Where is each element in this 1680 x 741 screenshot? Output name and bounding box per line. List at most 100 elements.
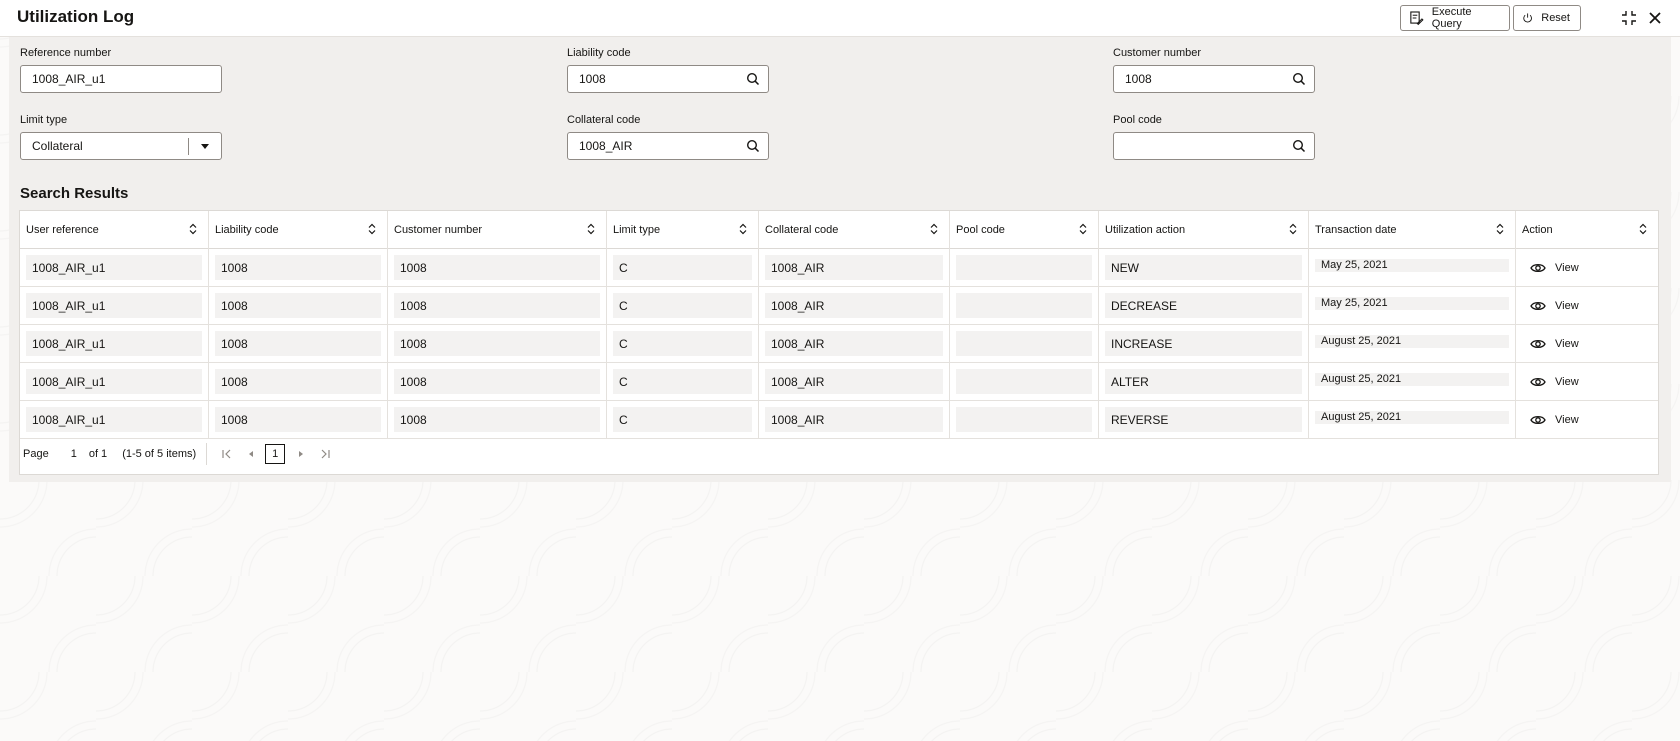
limit-type-label: Limit type (20, 114, 68, 126)
table-row[interactable]: 1008_AIR_u1 1008 1008 C 1008_AIR INCREAS… (20, 325, 1658, 363)
column-header-user-reference[interactable]: User reference (20, 211, 209, 249)
liability-code-cell: 1008 (215, 369, 381, 394)
column-label: Transaction date (1315, 224, 1397, 236)
eye-icon (1530, 263, 1546, 272)
transaction-date-cell: August 25, 2021 (1315, 373, 1509, 386)
select-divider (188, 138, 189, 155)
customer-number-cell: 1008 (394, 255, 600, 280)
pool-code-cell (956, 255, 1092, 280)
transaction-date-cell: August 25, 2021 (1315, 335, 1509, 348)
sort-icon[interactable] (188, 223, 198, 235)
column-label: Utilization action (1105, 224, 1186, 236)
limit-type-cell: C (613, 293, 752, 318)
collapse-icon[interactable] (1619, 8, 1639, 28)
pager-divider (206, 443, 208, 465)
column-header-customer-number[interactable]: Customer number (388, 211, 607, 249)
column-header-limit-type[interactable]: Limit type (607, 211, 759, 249)
previous-page-icon[interactable] (241, 444, 261, 464)
sort-icon[interactable] (1638, 223, 1648, 235)
table-row[interactable]: 1008_AIR_u1 1008 1008 C 1008_AIR DECREAS… (20, 287, 1658, 325)
view-link[interactable]: View (1522, 293, 1652, 318)
table-row[interactable]: 1008_AIR_u1 1008 1008 C 1008_AIR REVERSE… (20, 401, 1658, 439)
next-page-icon[interactable] (291, 444, 311, 464)
liability-code-field[interactable]: 1008 (567, 65, 769, 93)
reset-button[interactable]: Reset (1513, 5, 1581, 31)
sort-icon[interactable] (1288, 223, 1298, 235)
chevron-down-icon[interactable] (201, 144, 209, 149)
page-title: Utilization Log (17, 7, 135, 26)
search-icon[interactable] (746, 72, 760, 86)
column-header-liability-code[interactable]: Liability code (209, 211, 388, 249)
reference-number-field[interactable]: 1008_AIR_u1 (20, 65, 222, 93)
column-header-collateral-code[interactable]: Collateral code (759, 211, 950, 249)
search-icon[interactable] (746, 139, 760, 153)
column-label: Action (1522, 224, 1553, 236)
first-page-icon[interactable] (217, 444, 237, 464)
view-label: View (1555, 413, 1579, 426)
reset-label: Reset (1541, 12, 1570, 24)
column-header-transaction-date[interactable]: Transaction date (1309, 211, 1516, 249)
sort-icon[interactable] (367, 223, 377, 235)
table-row[interactable]: 1008_AIR_u1 1008 1008 C 1008_AIR NEW May… (20, 249, 1658, 287)
close-icon[interactable] (1645, 8, 1665, 28)
sort-icon[interactable] (1078, 223, 1088, 235)
collateral-code-label: Collateral code (567, 114, 641, 126)
search-icon[interactable] (1292, 72, 1306, 86)
utilization-action-cell: DECREASE (1105, 293, 1302, 318)
sort-icon[interactable] (1495, 223, 1505, 235)
utilization-action-cell: INCREASE (1105, 331, 1302, 356)
reset-icon (1523, 13, 1532, 23)
sort-icon[interactable] (586, 223, 596, 235)
user-reference-cell: 1008_AIR_u1 (26, 331, 202, 356)
last-page-icon[interactable] (315, 444, 335, 464)
limit-type-value: Collateral (32, 139, 83, 153)
collateral-code-cell: 1008_AIR (765, 255, 943, 280)
column-label: Collateral code (765, 224, 839, 236)
collateral-code-value: 1008_AIR (579, 139, 633, 153)
column-label: User reference (26, 224, 99, 236)
execute-query-icon (1410, 11, 1424, 26)
customer-number-field[interactable]: 1008 (1113, 65, 1315, 93)
sort-icon[interactable] (738, 223, 748, 235)
execute-query-button[interactable]: Execute Query (1400, 5, 1510, 31)
liability-code-cell: 1008 (215, 255, 381, 280)
pool-code-cell (956, 293, 1092, 318)
reference-number-value: 1008_AIR_u1 (32, 72, 106, 86)
limit-type-cell: C (613, 255, 752, 280)
utilization-action-cell: NEW (1105, 255, 1302, 280)
column-header-pool-code[interactable]: Pool code (950, 211, 1099, 249)
sort-icon[interactable] (929, 223, 939, 235)
limit-type-select[interactable]: Collateral (20, 132, 222, 160)
query-panel: Reference number 1008_AIR_u1 Liability c… (9, 37, 1671, 482)
pool-code-cell (956, 331, 1092, 356)
search-results-title: Search Results (20, 185, 129, 202)
collateral-code-cell: 1008_AIR (765, 369, 943, 394)
liability-code-label: Liability code (567, 47, 631, 59)
view-link[interactable]: View (1522, 331, 1652, 356)
page-1-button[interactable]: 1 (265, 444, 286, 464)
user-reference-cell: 1008_AIR_u1 (26, 293, 202, 318)
utilization-action-cell: ALTER (1105, 369, 1302, 394)
pool-code-label: Pool code (1113, 114, 1162, 126)
table-row[interactable]: 1008_AIR_u1 1008 1008 C 1008_AIR ALTER A… (20, 363, 1658, 401)
liability-code-cell: 1008 (215, 293, 381, 318)
liability-code-cell: 1008 (215, 407, 381, 432)
column-header-utilization-action[interactable]: Utilization action (1099, 211, 1309, 249)
pool-code-field[interactable] (1113, 132, 1315, 160)
view-link[interactable]: View (1522, 255, 1652, 280)
view-link[interactable]: View (1522, 369, 1652, 394)
eye-icon (1530, 301, 1546, 310)
column-label: Pool code (956, 224, 1005, 236)
column-header-action[interactable]: Action (1516, 211, 1658, 249)
collateral-code-field[interactable]: 1008_AIR (567, 132, 769, 160)
search-results-table: User reference Liability code Customer n… (19, 210, 1659, 475)
search-icon[interactable] (1292, 139, 1306, 153)
view-label: View (1555, 299, 1579, 312)
current-page-input[interactable]: 1 (71, 448, 77, 460)
execute-query-label: Execute Query (1431, 6, 1472, 30)
view-link[interactable]: View (1522, 407, 1652, 432)
view-label: View (1555, 375, 1579, 388)
column-label: Limit type (613, 224, 661, 236)
collateral-code-cell: 1008_AIR (765, 331, 943, 356)
table-header: User reference Liability code Customer n… (20, 211, 1658, 249)
